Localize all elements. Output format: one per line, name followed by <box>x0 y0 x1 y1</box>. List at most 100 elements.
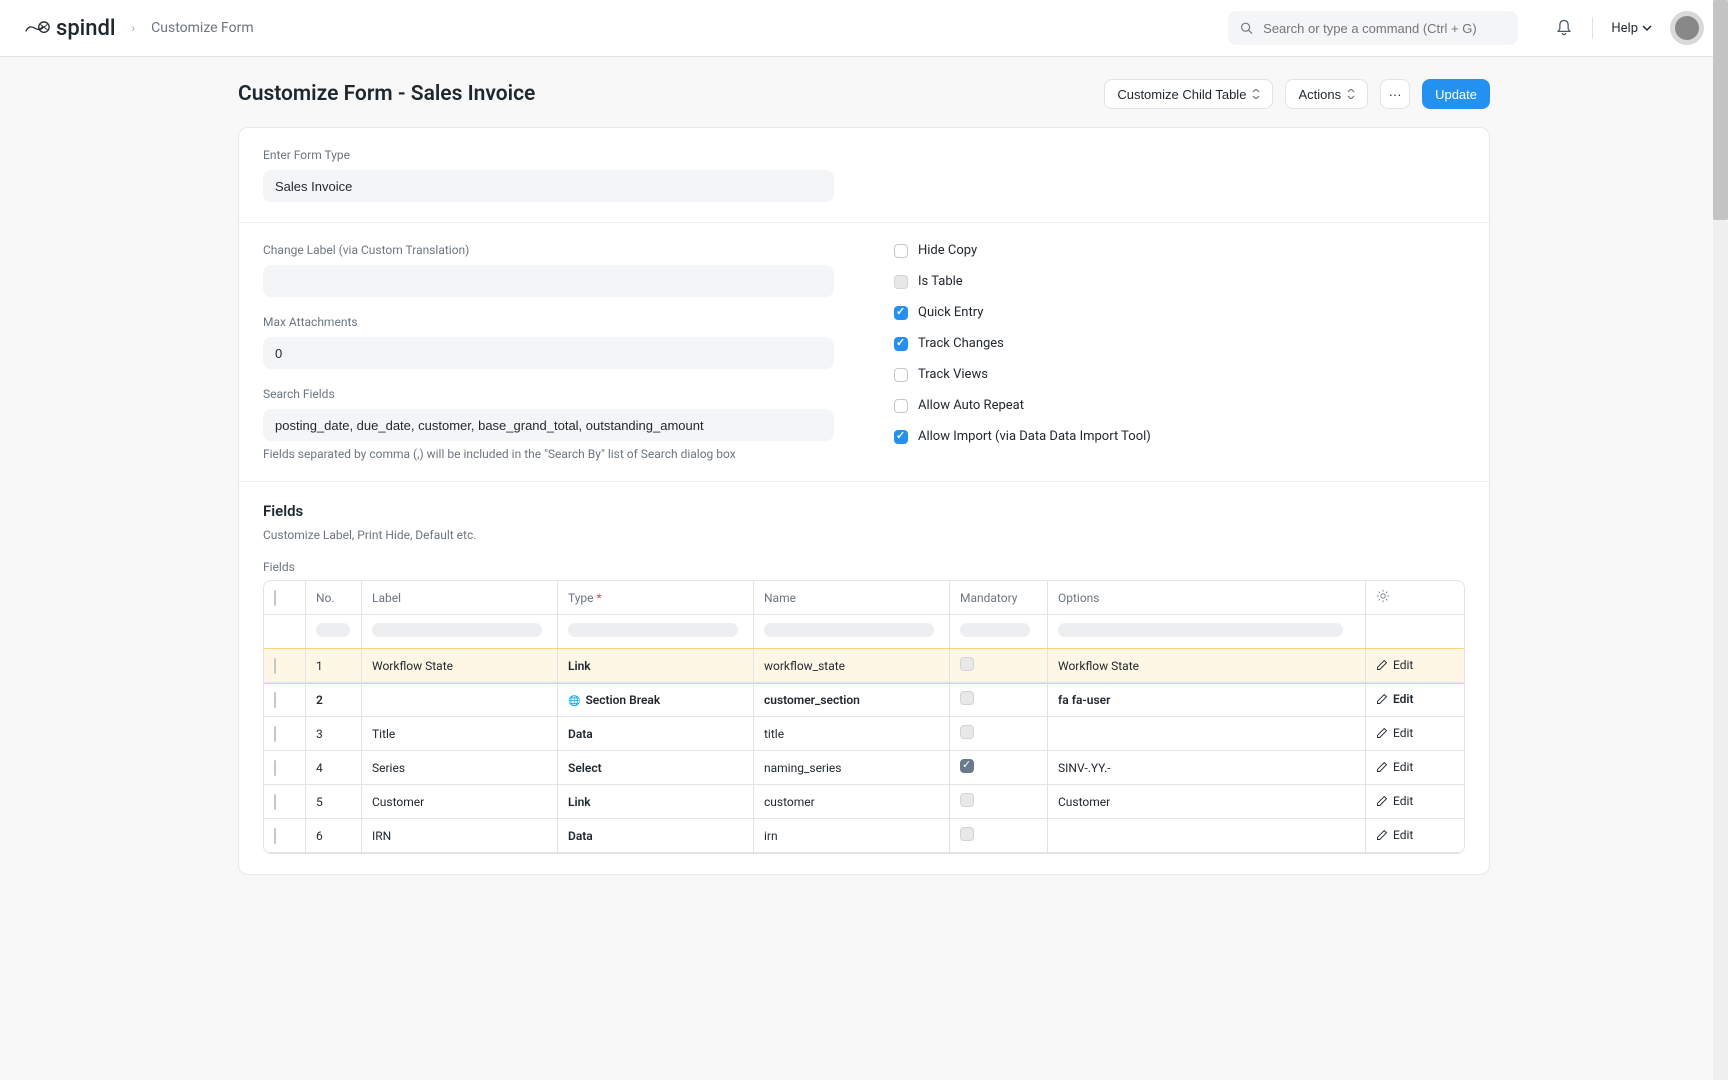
checkbox-icon <box>274 692 276 708</box>
edit-cell[interactable]: Edit <box>1366 819 1464 853</box>
row-name[interactable]: naming_series <box>754 751 950 785</box>
pencil-icon <box>1376 795 1388 807</box>
change-label-input[interactable] <box>263 265 834 297</box>
bell-icon[interactable] <box>1554 18 1574 38</box>
table-row[interactable]: 3TitleDatatitleEdit <box>264 717 1464 751</box>
actions-button[interactable]: Actions <box>1285 79 1368 109</box>
col-edit-gear[interactable] <box>1366 581 1464 615</box>
table-row[interactable]: 6IRNDatairn Edit <box>264 819 1464 853</box>
row-check[interactable] <box>264 683 306 717</box>
row-name[interactable]: customer_section <box>754 683 950 717</box>
checkbox-icon <box>274 658 276 674</box>
row-no: 2 <box>306 683 362 717</box>
row-type[interactable]: Link <box>558 649 754 683</box>
row-mandatory[interactable] <box>950 683 1048 717</box>
hide-copy-check[interactable]: Hide Copy <box>894 243 1465 258</box>
allow-import-check[interactable]: Allow Import (via Data Data Import Tool) <box>894 429 1465 444</box>
row-mandatory[interactable] <box>950 785 1048 819</box>
edit-cell[interactable]: Edit <box>1366 683 1464 717</box>
edit-link[interactable]: Edit <box>1376 658 1413 672</box>
row-options[interactable] <box>1048 717 1366 751</box>
track-views-check[interactable]: Track Views <box>894 367 1465 382</box>
row-options[interactable]: SINV-.YY.- <box>1048 751 1366 785</box>
form-type-input[interactable] <box>263 170 834 202</box>
search-input[interactable] <box>1263 21 1506 36</box>
edit-link[interactable]: Edit <box>1376 794 1413 808</box>
row-mandatory[interactable] <box>950 649 1048 683</box>
checkbox-icon <box>894 337 908 351</box>
customize-child-table-button[interactable]: Customize Child Table <box>1104 79 1273 109</box>
col-check[interactable] <box>264 581 306 615</box>
row-options[interactable]: Workflow State <box>1048 649 1366 683</box>
row-label[interactable]: Title <box>362 717 558 751</box>
update-button[interactable]: Update <box>1422 79 1490 109</box>
row-check[interactable] <box>264 785 306 819</box>
row-mandatory[interactable] <box>950 751 1048 785</box>
edit-link[interactable]: Edit <box>1376 760 1413 774</box>
search-icon <box>1240 21 1253 35</box>
row-type[interactable]: Select <box>558 751 754 785</box>
row-label[interactable] <box>362 683 558 717</box>
row-options[interactable] <box>1048 819 1366 853</box>
avatar[interactable] <box>1670 11 1704 45</box>
form-type-label: Enter Form Type <box>263 148 834 162</box>
row-no: 6 <box>306 819 362 853</box>
more-button[interactable]: ··· <box>1380 79 1410 109</box>
row-type[interactable]: Data <box>558 819 754 853</box>
edit-link[interactable]: Edit <box>1376 828 1413 842</box>
row-label[interactable]: IRN <box>362 819 558 853</box>
row-check[interactable] <box>264 751 306 785</box>
search-bar[interactable] <box>1228 11 1518 45</box>
brand-logo[interactable]: spindl <box>24 16 116 41</box>
row-no: 1 <box>306 649 362 683</box>
table-header-row: No. Label Type * Name Mandatory Options <box>264 581 1464 615</box>
row-label[interactable]: Series <box>362 751 558 785</box>
row-check[interactable] <box>264 717 306 751</box>
row-label[interactable]: Workflow State <box>362 649 558 683</box>
row-options[interactable]: Customer <box>1048 785 1366 819</box>
edit-cell[interactable]: Edit <box>1366 751 1464 785</box>
max-attach-input[interactable] <box>263 337 834 369</box>
row-mandatory[interactable] <box>950 717 1048 751</box>
fields-subtitle: Customize Label, Print Hide, Default etc… <box>263 528 1465 542</box>
is-table-check: Is Table <box>894 274 1465 289</box>
scrollbar-track[interactable] <box>1713 0 1728 1080</box>
chevron-right-icon: › <box>132 21 136 35</box>
row-name[interactable]: workflow_state <box>754 649 950 683</box>
row-label[interactable]: Customer <box>362 785 558 819</box>
row-options[interactable]: fa fa-user <box>1048 683 1366 717</box>
table-row[interactable]: 2 🌐Section Breakcustomer_section fa fa-use… <box>264 683 1464 717</box>
track-changes-check[interactable]: Track Changes <box>894 336 1465 351</box>
breadcrumb[interactable]: Customize Form <box>151 20 254 36</box>
skeleton <box>316 623 350 637</box>
row-type[interactable]: Data <box>558 717 754 751</box>
table-row[interactable]: 4SeriesSelectnaming_seriesSINV-.YY.-Edit <box>264 751 1464 785</box>
check-label: Allow Import (via Data Data Import Tool) <box>918 429 1151 444</box>
edit-cell[interactable]: Edit <box>1366 649 1464 683</box>
checkbox-icon <box>894 430 908 444</box>
help-menu[interactable]: Help <box>1611 21 1652 36</box>
edit-cell[interactable]: Edit <box>1366 785 1464 819</box>
row-name[interactable]: irn <box>754 819 950 853</box>
row-type[interactable]: Link <box>558 785 754 819</box>
table-row[interactable]: 1Workflow StateLinkworkflow_stateWorkflo… <box>264 649 1464 683</box>
table-row[interactable]: 5CustomerLinkcustomerCustomerEdit <box>264 785 1464 819</box>
scrollbar-thumb[interactable] <box>1713 0 1728 220</box>
row-mandatory[interactable] <box>950 819 1048 853</box>
row-check[interactable] <box>264 819 306 853</box>
quick-entry-check[interactable]: Quick Entry <box>894 305 1465 320</box>
row-type[interactable]: 🌐Section Break <box>558 683 754 717</box>
row-name[interactable]: title <box>754 717 950 751</box>
skeleton <box>568 623 738 637</box>
row-check[interactable] <box>264 649 306 683</box>
ellipsis-icon: ··· <box>1389 87 1402 102</box>
row-name[interactable]: customer <box>754 785 950 819</box>
edit-link[interactable]: Edit <box>1376 726 1413 740</box>
fields-title: Fields <box>263 502 1465 520</box>
edit-link[interactable]: Edit <box>1376 692 1414 706</box>
search-fields-input[interactable] <box>263 409 834 441</box>
sort-icon <box>1347 89 1355 99</box>
allow-auto-repeat-check[interactable]: Allow Auto Repeat <box>894 398 1465 413</box>
table-filter-row <box>264 615 1464 649</box>
edit-cell[interactable]: Edit <box>1366 717 1464 751</box>
